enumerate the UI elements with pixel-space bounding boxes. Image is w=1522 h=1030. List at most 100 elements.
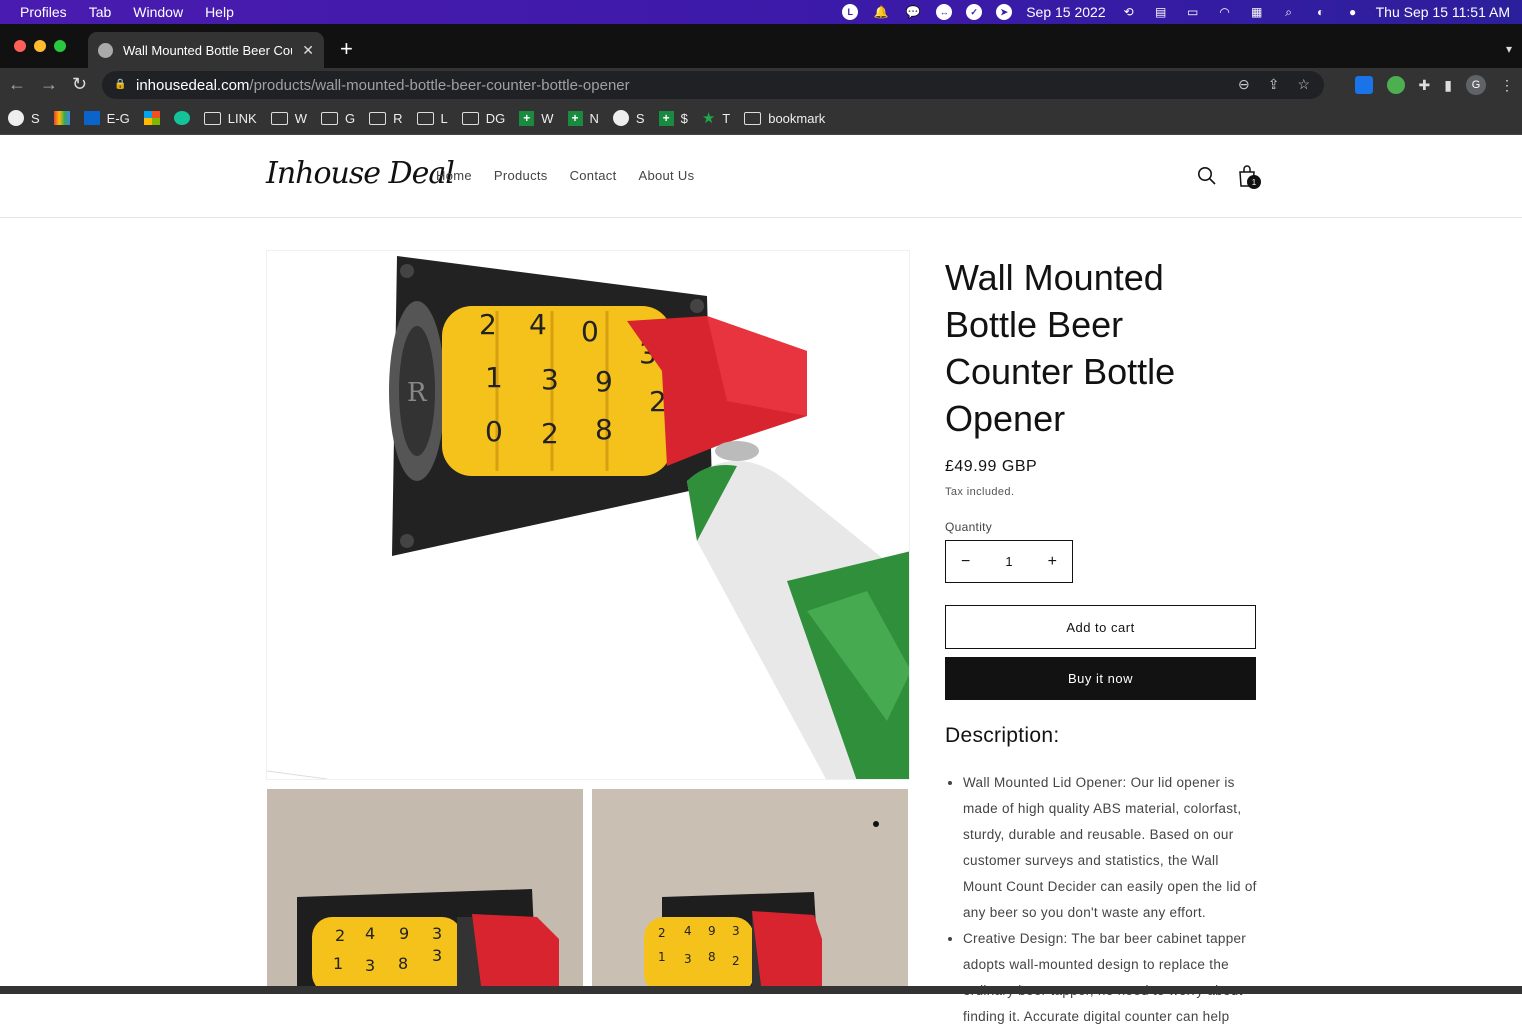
- thumbnail-digit: 8: [398, 954, 408, 973]
- bookmark-folder[interactable]: DG: [461, 111, 505, 126]
- thumbnail-photo-front: 2 4 9 3 1 3 8 3: [267, 789, 583, 994]
- back-arrow-icon[interactable]: ←: [8, 74, 26, 95]
- nav-contact[interactable]: Contact: [570, 168, 617, 183]
- svg-text:R: R: [407, 378, 428, 408]
- menu-help[interactable]: Help: [205, 4, 234, 20]
- bookmark-folder[interactable]: L: [416, 111, 448, 126]
- bookmark-item[interactable]: [143, 111, 160, 125]
- zoom-window-button[interactable]: [54, 40, 66, 52]
- bookmark-folder[interactable]: G: [320, 111, 355, 126]
- profile-avatar[interactable]: G: [1466, 75, 1486, 95]
- add-to-cart-button[interactable]: Add to cart: [945, 605, 1256, 649]
- arrow-app-icon[interactable]: ➤: [996, 4, 1013, 20]
- lock-icon[interactable]: 🔒: [114, 79, 126, 91]
- tax-note: Tax included.: [945, 486, 1015, 498]
- battery-icon[interactable]: ▭: [1184, 4, 1202, 20]
- menu-window[interactable]: Window: [133, 4, 183, 20]
- bookmark-label: W: [541, 110, 554, 126]
- bookmark-folder[interactable]: W: [270, 111, 307, 126]
- bookmark-item[interactable]: + N: [567, 110, 599, 126]
- counter-digit: 0: [581, 315, 599, 348]
- wechat-icon[interactable]: 💬: [904, 4, 922, 20]
- line-app-icon[interactable]: L: [842, 4, 859, 20]
- minimize-window-button[interactable]: [34, 40, 46, 52]
- bookmark-item[interactable]: S: [612, 110, 645, 126]
- address-url[interactable]: inhousedeal.com/products/wall-mounted-bo…: [136, 77, 630, 94]
- main-nav: Home Products Contact About Us: [436, 168, 694, 183]
- forward-arrow-icon[interactable]: →: [40, 74, 58, 95]
- siri-icon[interactable]: ●: [1344, 4, 1362, 20]
- grammarly-icon: [173, 111, 190, 125]
- reload-icon[interactable]: ↻: [72, 74, 87, 95]
- bookmark-item[interactable]: [53, 111, 70, 125]
- globe-icon: [612, 110, 629, 126]
- thumbnail-digit: 4: [365, 924, 375, 943]
- download-extension-icon[interactable]: [1354, 76, 1373, 94]
- side-panel-icon[interactable]: ▮: [1444, 77, 1452, 94]
- bookmark-item[interactable]: + W: [519, 110, 554, 126]
- counter-digit: 3: [541, 363, 559, 396]
- bookmarks-bar: S E-G LINK W G R L DG + W + N S + $ ★ T book…: [0, 102, 1522, 135]
- product-main-image[interactable]: R 2 4 0 3 1 3 9 2 0 2 8: [266, 250, 910, 780]
- quantity-decrease-button[interactable]: −: [961, 553, 970, 571]
- bookmark-star-icon[interactable]: ☆: [1297, 76, 1310, 93]
- thumbnail-digit: 2: [732, 954, 740, 968]
- bookmark-folder[interactable]: LINK: [203, 111, 257, 126]
- menu-tab[interactable]: Tab: [89, 4, 112, 20]
- outlook-icon: [83, 111, 100, 125]
- us-flag-icon[interactable]: ▤: [1152, 4, 1170, 20]
- cart-count-badge[interactable]: 1: [1247, 175, 1261, 189]
- bell-icon[interactable]: 🔔: [872, 4, 890, 20]
- control-center-icon[interactable]: ◐: [1312, 4, 1330, 20]
- green-extension-icon[interactable]: [1386, 76, 1405, 94]
- bookmark-item[interactable]: ★ T: [702, 109, 730, 127]
- thumbnail-digit: 1: [658, 950, 666, 964]
- quantity-label: Quantity: [945, 520, 993, 534]
- quantity-increase-button[interactable]: +: [1048, 553, 1057, 571]
- menubar-date[interactable]: Sep 15 2022: [1026, 4, 1105, 20]
- teamviewer-icon[interactable]: ↔: [936, 4, 953, 20]
- keyboard-icon[interactable]: ▦: [1248, 4, 1266, 20]
- bookmark-item[interactable]: [173, 111, 190, 125]
- thumbnail-digit: 1: [333, 954, 343, 973]
- close-window-button[interactable]: [14, 40, 26, 52]
- bookmark-label: E-G: [106, 110, 130, 126]
- menu-profiles[interactable]: Profiles: [20, 4, 67, 20]
- share-icon[interactable]: ⇪: [1268, 76, 1280, 93]
- bookmark-item[interactable]: E-G: [83, 110, 130, 126]
- puzzle-extensions-icon[interactable]: ✚: [1419, 77, 1431, 94]
- kebab-menu-icon[interactable]: ⋮: [1500, 77, 1514, 94]
- wifi-icon[interactable]: ◠: [1216, 4, 1234, 20]
- search-icon[interactable]: [1197, 166, 1217, 186]
- nav-products[interactable]: Products: [494, 168, 548, 183]
- spotlight-search-icon[interactable]: ⌕: [1280, 4, 1298, 20]
- checkmark-app-icon[interactable]: ✓: [966, 4, 983, 20]
- thumbnail-digit: 4: [684, 924, 692, 938]
- new-tab-button[interactable]: +: [340, 38, 353, 60]
- quantity-input[interactable]: 1: [1005, 554, 1012, 569]
- tab-search-chevron-icon[interactable]: ▾: [1506, 42, 1512, 56]
- nav-home[interactable]: Home: [436, 168, 472, 183]
- description-item: Creative Design: The bar beer cabinet ta…: [963, 926, 1257, 1030]
- product-thumbnail[interactable]: 2 4 9 3 1 3 8 3: [267, 789, 583, 994]
- bookmark-item[interactable]: S: [8, 110, 40, 126]
- bookmark-folder[interactable]: R: [369, 111, 403, 126]
- time-machine-icon[interactable]: ⟲: [1120, 4, 1138, 20]
- menubar-clock[interactable]: Thu Sep 15 11:51 AM: [1376, 4, 1510, 20]
- product-thumbnail[interactable]: 2 4 9 3 1 3 8 2: [592, 789, 908, 994]
- bookmark-item[interactable]: + $: [658, 110, 688, 126]
- menubar-app-menus: Profiles Tab Window Help: [0, 4, 234, 20]
- buy-it-now-button[interactable]: Buy it now: [945, 657, 1256, 700]
- browser-tab-active[interactable]: Wall Mounted Bottle Beer Counter Bottle …: [88, 32, 324, 68]
- downloads-bar: [0, 986, 1522, 994]
- zoom-icon[interactable]: ⊖: [1238, 76, 1250, 93]
- counter-digit: 9: [595, 365, 613, 398]
- bookmark-folder[interactable]: bookmark: [744, 111, 825, 126]
- counter-digit: 1: [485, 361, 503, 394]
- store-logo[interactable]: Inhouse Deal: [266, 156, 455, 191]
- description-item: Wall Mounted Lid Opener: Our lid opener …: [963, 770, 1257, 926]
- tab-close-icon[interactable]: ✕: [302, 42, 314, 59]
- nav-about-us[interactable]: About Us: [639, 168, 695, 183]
- store-page: Inhouse Deal Home Products Contact About…: [0, 136, 1522, 1024]
- address-bar[interactable]: 🔒 inhousedeal.com/products/wall-mounted-…: [102, 71, 1324, 99]
